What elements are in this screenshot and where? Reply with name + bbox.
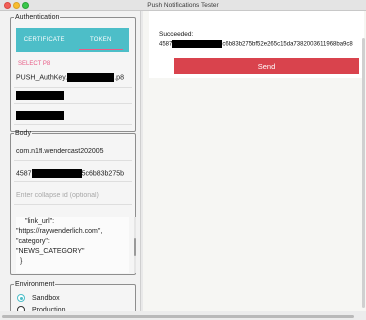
authentication-legend: Authentication — [15, 14, 60, 21]
sandbox-label: Sandbox — [32, 294, 60, 302]
redacted-block — [31, 169, 82, 178]
certificate-tab[interactable]: CERTIFICATE — [16, 28, 73, 52]
token-tab[interactable]: TOKEN — [73, 28, 130, 52]
result-card: Succeeded: 4587 c6b83b275bf52e265c15da738… — [149, 11, 364, 78]
payload-line: "category": — [16, 238, 50, 245]
right-panel: Succeeded: 4587 c6b83b275bf52e265c15da738… — [143, 11, 366, 311]
bundle-id-field[interactable]: com.n1fl.wendercast202005 — [16, 148, 104, 155]
authentication-group: Authentication CERTIFICATE TOKEN SELECT … — [10, 14, 136, 132]
right-scrollbar[interactable] — [362, 38, 365, 308]
field-divider — [14, 181, 132, 182]
auth-key-file-field[interactable]: PUSH_AuthKey. .p8 — [16, 73, 124, 82]
field-divider — [14, 103, 132, 104]
body-legend: Body — [15, 130, 31, 137]
payload-line: "https://raywenderlich.com", — [16, 228, 103, 235]
select-p8-button[interactable]: SELECT P8 — [18, 61, 50, 67]
window-title: Push Notifications Tester — [147, 1, 219, 9]
redacted-block — [16, 111, 64, 120]
sandbox-radio-option[interactable]: Sandbox — [17, 293, 60, 303]
device-token-prefix: 4587 — [16, 170, 32, 178]
body-group: Body com.n1fl.wendercast202005 4587 5c6b8… — [10, 130, 136, 275]
result-status: Succeeded: — [159, 31, 194, 38]
redacted-block — [67, 73, 115, 82]
horizontal-scrollbar — [0, 311, 366, 320]
environment-legend: Environment — [15, 281, 55, 288]
result-token-suffix: c6b83b275bf52e265c15da7382003611968ba9c8 — [222, 41, 353, 48]
field-divider — [14, 160, 132, 161]
redacted-block — [16, 91, 64, 100]
payload-line: "link_url": — [25, 218, 55, 225]
team-id-field[interactable] — [16, 111, 64, 120]
send-button[interactable]: Send — [174, 58, 359, 74]
collapse-id-input[interactable]: Enter collapse id (optional) — [16, 192, 99, 199]
redacted-block — [172, 40, 223, 48]
auth-key-suffix: .p8 — [114, 74, 124, 82]
field-divider — [14, 124, 132, 125]
payload-editor[interactable]: "link_url": "https://raywenderlich.com",… — [16, 217, 129, 273]
device-token-suffix: 5c6b83b275b — [81, 170, 125, 178]
horizontal-scrollbar-thumb[interactable] — [2, 315, 354, 318]
sandbox-radio-button[interactable] — [17, 294, 25, 302]
payload-line: } — [20, 258, 23, 265]
field-divider — [14, 204, 132, 205]
payload-scrollbar-thumb[interactable] — [134, 238, 136, 256]
field-divider — [14, 87, 132, 88]
title-bar: Push Notifications Tester — [0, 0, 366, 11]
key-id-field[interactable] — [16, 91, 64, 100]
device-token-field[interactable]: 4587 5c6b83b275b — [16, 169, 129, 178]
result-token: 4587 c6b83b275bf52e265c15da7382003611968b… — [159, 40, 364, 48]
auth-mode-segmented-control: CERTIFICATE TOKEN — [16, 28, 129, 52]
auth-key-prefix: PUSH_AuthKey. — [16, 74, 68, 82]
result-token-prefix: 4587 — [159, 41, 173, 48]
payload-line: "NEWS_CATEGORY" — [16, 248, 85, 255]
left-panel: Authentication CERTIFICATE TOKEN SELECT … — [0, 11, 140, 320]
